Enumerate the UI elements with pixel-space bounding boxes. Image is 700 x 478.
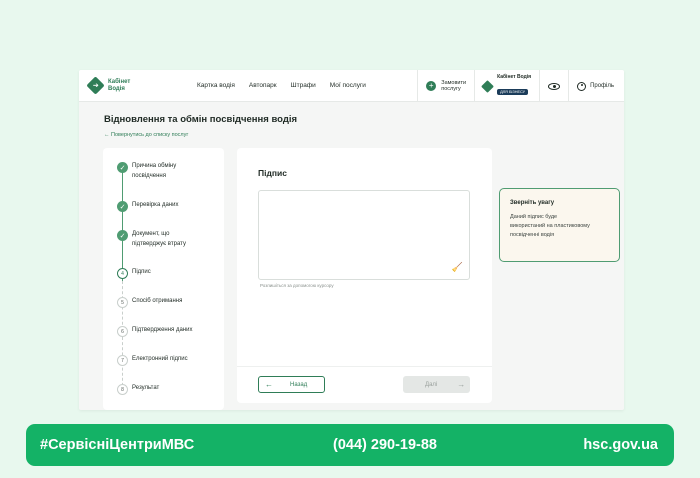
step-label: Перевірка даних — [132, 202, 179, 208]
footer-banner: #СервісніЦентриМВС (044) 290-19-88 hsc.g… — [26, 424, 674, 466]
order-service-button[interactable]: + Замовити послугу — [417, 70, 474, 102]
top-navigation-bar: ➔ Кабінет Водія Картка водія Автопарк Шт… — [79, 70, 624, 102]
footer-hashtag: #СервісніЦентриМВС — [40, 437, 195, 453]
nav-item-my-services[interactable]: Мої послуги — [330, 82, 366, 89]
signature-canvas[interactable]: 🧹 — [258, 190, 470, 280]
logo[interactable]: ➔ Кабінет Водія — [86, 76, 169, 95]
step-8: 8 Результат — [117, 384, 212, 395]
main-nav: Картка водія Автопарк Штрафи Мої послуги — [197, 82, 366, 89]
arrow-right-icon: → — [457, 380, 466, 389]
stepper-line-done — [122, 168, 123, 281]
footer-site: hsc.gov.ua — [583, 437, 658, 453]
nav-item-fleet[interactable]: Автопарк — [249, 82, 277, 89]
step-2: ✓ Перевірка даних — [117, 201, 212, 212]
step-1: ✓ Причина обміну посвідчення — [117, 162, 212, 181]
step-6: 6 Підтвердження даних — [117, 326, 212, 337]
back-to-services-link[interactable]: ← Повернутись до списку послуг — [104, 132, 188, 138]
step-label: Спосіб отримання — [132, 298, 183, 304]
step-label: Підтвердження даних — [132, 327, 193, 333]
page-title: Відновлення та обмін посвідчення водія — [104, 114, 298, 125]
step-4: 4 Підпис — [117, 268, 212, 279]
step-label: Результат — [132, 385, 160, 391]
accessibility-button[interactable] — [539, 70, 568, 102]
business-cabinet-switch[interactable]: Кабінет Водія ДЛЯ БІЗНЕСУ — [474, 70, 539, 102]
cabinet-title: Кабінет Водія — [497, 74, 532, 80]
step-number: 6 — [117, 326, 128, 337]
step-3: ✓ Документ, що підтверджує втрату — [117, 230, 212, 249]
profile-label: Профіль — [590, 83, 614, 89]
notice-box: Зверніть увагу Даний підпис буде викорис… — [499, 188, 620, 262]
check-icon: ✓ — [117, 230, 128, 241]
step-label: Документ, що підтверджує втрату — [132, 231, 186, 247]
signature-title: Підпис — [258, 168, 287, 178]
cabinet-diamond-icon — [481, 79, 494, 93]
step-number: 7 — [117, 355, 128, 366]
signature-hint: Розпишіться за допомогою курсору — [260, 283, 334, 288]
nav-item-driver-card[interactable]: Картка водія — [197, 82, 235, 89]
check-icon: ✓ — [117, 201, 128, 212]
app-window: ➔ Кабінет Водія Картка водія Автопарк Шт… — [79, 70, 624, 410]
logo-diamond-icon: ➔ — [86, 76, 105, 95]
nav-item-fines[interactable]: Штрафи — [291, 82, 316, 89]
topbar-actions: + Замовити послугу Кабінет Водія ДЛЯ БІЗ… — [417, 70, 624, 102]
eye-icon — [548, 82, 561, 90]
cabinet-badge: ДЛЯ БІЗНЕСУ — [497, 89, 529, 95]
step-label: Електронний підпис — [132, 356, 188, 362]
next-button-label: Далі — [425, 381, 438, 388]
step-5: 5 Спосіб отримання — [117, 297, 212, 308]
progress-stepper: ✓ Причина обміну посвідчення ✓ Перевірка… — [103, 148, 224, 410]
footer-phone: (044) 290-19-88 — [333, 437, 437, 453]
signature-card: Підпис 🧹 Розпишіться за допомогою курсор… — [237, 148, 492, 403]
step-label: Причина обміну посвідчення — [132, 163, 177, 179]
check-icon: ✓ — [117, 162, 128, 173]
next-button[interactable]: Далі → — [403, 376, 470, 393]
step-number: 5 — [117, 297, 128, 308]
plus-icon: + — [426, 81, 437, 91]
step-7: 7 Електронний підпис — [117, 355, 212, 366]
logo-text: Кабінет Водія — [108, 78, 131, 92]
step-number: 4 — [117, 268, 128, 279]
profile-button[interactable]: Профіль — [568, 70, 624, 102]
back-button[interactable]: ← Назад — [258, 376, 325, 393]
notice-text: Даний підпис буде використаний на пласти… — [510, 214, 590, 238]
order-service-label: Замовити послугу — [441, 79, 467, 93]
back-button-label: Назад — [290, 381, 308, 388]
step-number: 8 — [117, 384, 128, 395]
user-icon — [577, 81, 587, 91]
step-label: Підпис — [132, 269, 151, 275]
arrow-left-icon: ← — [265, 380, 273, 389]
clear-brush-icon[interactable]: 🧹 — [452, 262, 463, 273]
card-footer: ← Назад Далі → — [237, 366, 492, 403]
notice-title: Зверніть увагу — [510, 200, 555, 206]
